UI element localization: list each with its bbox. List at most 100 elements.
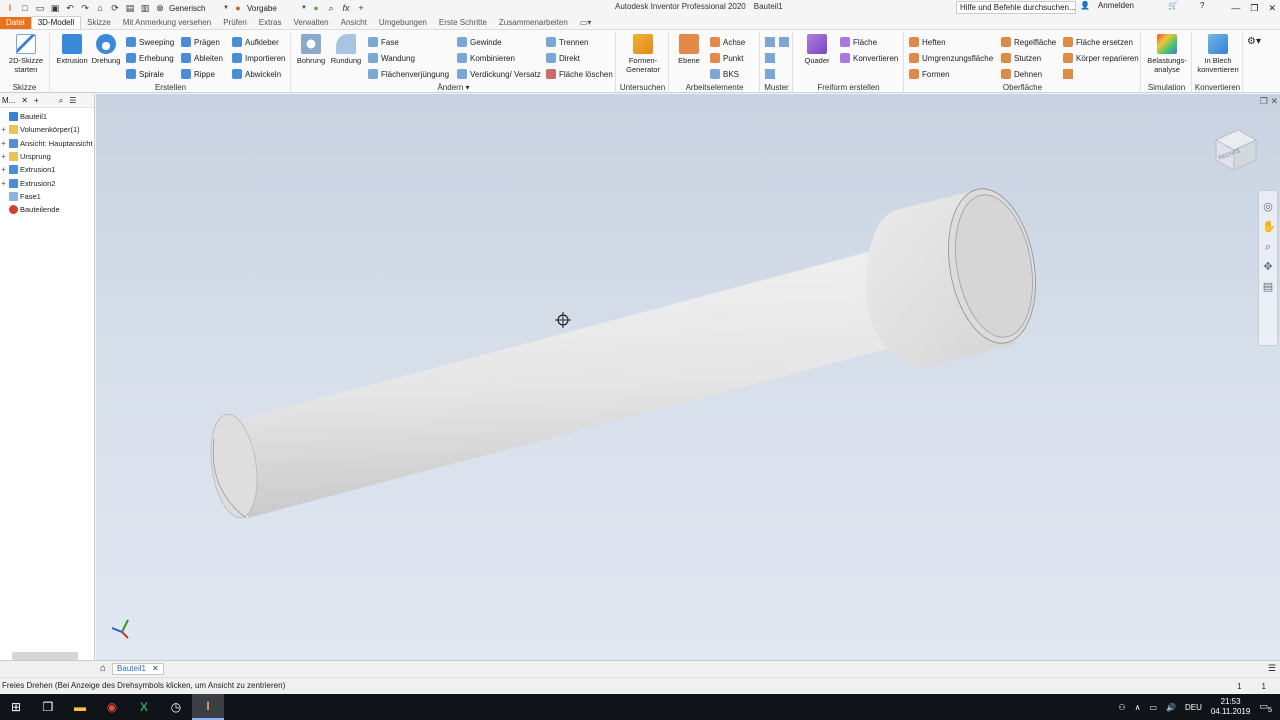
coil-button[interactable]: Spirale (126, 69, 164, 79)
circular-pattern-icon[interactable] (765, 53, 775, 63)
ruled-surface-button[interactable]: Regelfläche (1001, 37, 1056, 47)
sketch-pattern-icon[interactable] (765, 69, 775, 79)
tab-extras[interactable]: Extras (253, 17, 288, 29)
search-icon[interactable]: ⌕ (59, 96, 63, 106)
repair-bodies-button[interactable]: Körper reparieren (1063, 53, 1139, 63)
redo-icon[interactable]: ↷ (79, 2, 91, 14)
home-icon[interactable]: ⌂ (94, 2, 106, 14)
tree-item[interactable]: Bauteil1 (0, 110, 94, 123)
measure-icon[interactable]: ⌕ (325, 2, 337, 14)
parameters-icon[interactable]: fx (340, 2, 352, 14)
steering-wheel-icon[interactable]: ◎ (1262, 201, 1274, 213)
panel-label-aendern[interactable]: Ändern ▾ (292, 83, 615, 92)
select-icon[interactable]: ▤ (124, 2, 136, 14)
fillet-button[interactable]: Rundung (328, 34, 364, 65)
point-button[interactable]: Punkt (710, 53, 743, 63)
tree-item[interactable]: + Extrusion1 (0, 163, 94, 176)
close-icon[interactable]: ✕ (152, 664, 159, 673)
emboss-button[interactable]: Prägen (181, 37, 220, 47)
shape-generator-button[interactable]: Formen-Generator (621, 34, 665, 74)
fit-mesh-icon[interactable] (1063, 69, 1073, 79)
tab-skizze[interactable]: Skizze (81, 17, 117, 29)
clock-app-icon[interactable]: ◷ (160, 694, 192, 720)
combine-button[interactable]: Kombinieren (457, 53, 515, 63)
draft-button[interactable]: Flächenverjüngung (368, 69, 449, 79)
shaft-body[interactable] (232, 252, 898, 518)
plane-button[interactable]: Ebene (674, 34, 704, 65)
shell-button[interactable]: Wandung (368, 53, 415, 63)
thread-button[interactable]: Gewinde (457, 37, 502, 47)
convert-button[interactable]: Konvertieren (840, 53, 898, 63)
clock[interactable]: 21:53 04.11.2019 (1211, 697, 1250, 717)
sculpt-button[interactable]: Formen (909, 69, 950, 79)
windows-start-icon[interactable]: ⊞ (0, 694, 32, 720)
notification-icon[interactable]: ▭5 (1259, 701, 1272, 714)
replace-face-button[interactable]: Fläche ersetzen (1063, 37, 1133, 47)
print-icon[interactable]: ▥ (139, 2, 151, 14)
people-icon[interactable]: ⚇ (1118, 703, 1125, 712)
document-tab[interactable]: Bauteil1 ✕ (112, 662, 164, 675)
user-icon[interactable]: 👤 (1080, 1, 1090, 10)
close-icon[interactable]: ✕ (1268, 3, 1276, 14)
stitch-button[interactable]: Heften (909, 37, 946, 47)
tab-pruefen[interactable]: Prüfen (217, 17, 253, 29)
task-view-icon[interactable]: ❒ (32, 694, 64, 720)
hole-button[interactable]: Bohrung (294, 34, 328, 65)
tab-list-icon[interactable]: ☰ (1268, 663, 1276, 674)
ucs-button[interactable]: BKS (710, 69, 739, 79)
expand-icon[interactable]: + (0, 152, 7, 161)
color-icon[interactable]: ● (310, 2, 322, 14)
tree-item[interactable]: Fase1 (0, 190, 94, 203)
tab-datei[interactable]: Datei (0, 17, 31, 29)
undo-icon[interactable]: ↶ (64, 2, 76, 14)
tray-chevron-up-icon[interactable]: ∧ (1135, 703, 1141, 712)
view-cube[interactable]: RECHTS (1210, 124, 1260, 174)
save-icon[interactable]: ▣ (49, 2, 61, 14)
minimize-icon[interactable]: — (1231, 3, 1240, 13)
pan-icon[interactable]: ✋ (1262, 221, 1276, 233)
tree-item[interactable]: + Volumenkörper(1) (0, 123, 94, 136)
add-icon[interactable]: + (34, 96, 39, 105)
axis-button[interactable]: Achse (710, 37, 745, 47)
browser-title[interactable]: M... (2, 96, 15, 105)
rib-button[interactable]: Rippe (181, 69, 215, 79)
look-at-icon[interactable]: ▤ (1262, 281, 1274, 293)
restore-icon[interactable]: ❐ (1250, 3, 1258, 14)
decal-button[interactable]: Aufkleber (232, 37, 279, 47)
zoom-icon[interactable]: ⌕ (1262, 241, 1274, 253)
close-icon[interactable]: ✕ (21, 96, 28, 105)
expand-icon[interactable]: + (0, 165, 7, 174)
stress-analysis-button[interactable]: Belastungs-analyse (1145, 34, 1189, 74)
tree-item[interactable]: + Ansicht: Hauptansicht (0, 137, 94, 150)
mirror-icon[interactable] (779, 37, 789, 47)
language-indicator[interactable]: DEU (1185, 703, 1202, 712)
direct-button[interactable]: Direkt (546, 53, 580, 63)
update-icon[interactable]: ⟳ (109, 2, 121, 14)
help-icon[interactable]: ? (1200, 1, 1204, 10)
thicken-button[interactable]: Verdickung/ Versatz (457, 69, 541, 79)
start-2d-sketch-button[interactable]: 2D-Skizze starten (6, 34, 46, 74)
inventor-taskbar-icon[interactable]: I (192, 694, 224, 720)
loft-button[interactable]: Erhebung (126, 53, 174, 63)
chrome-icon[interactable]: ◉ (96, 694, 128, 720)
material-dropdown[interactable]: Generisch ▼ (169, 2, 229, 14)
extrusion-button[interactable]: Extrusion (55, 34, 89, 65)
trim-button[interactable]: Stutzen (1001, 53, 1041, 63)
boundary-patch-button[interactable]: Umgrenzungsfläche (909, 53, 993, 63)
home-icon[interactable]: ⌂ (100, 663, 106, 674)
volume-icon[interactable]: 🔊 (1166, 703, 1176, 712)
extend-button[interactable]: Dehnen (1001, 69, 1042, 79)
browser-scrollbar[interactable] (12, 652, 78, 660)
tab-3d-modell[interactable]: 3D-Modell (30, 16, 82, 29)
help-search-input[interactable]: Hilfe und Befehle durchsuchen... (956, 1, 1076, 14)
box-button[interactable]: Quader (800, 34, 834, 65)
convert-to-sheet-metal-button[interactable]: In Blech konvertieren (1196, 34, 1240, 74)
unwrap-button[interactable]: Abwickeln (232, 69, 281, 79)
ribbon-options-button[interactable]: ⚙▾ (1247, 36, 1261, 47)
expand-icon[interactable]: + (0, 125, 7, 134)
import-button[interactable]: Importieren (232, 53, 285, 63)
network-icon[interactable]: ▭ (1149, 703, 1157, 712)
app-menu-icon[interactable]: I (4, 2, 16, 14)
sweep-button[interactable]: Sweeping (126, 37, 174, 47)
signin-button[interactable]: Anmelden (1098, 1, 1134, 10)
